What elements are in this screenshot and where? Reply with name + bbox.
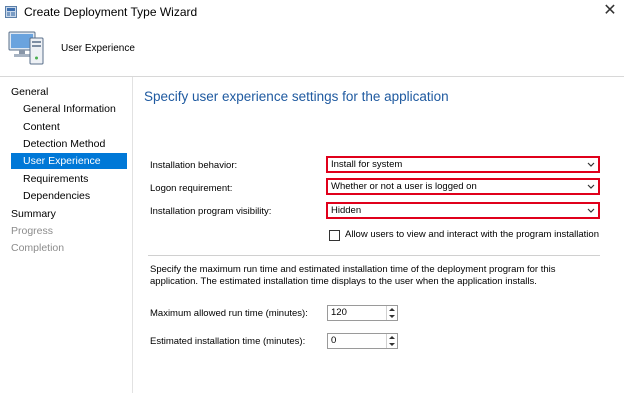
close-icon: ✕ — [603, 2, 617, 19]
logon-requirement-select[interactable]: Whether or not a user is logged on — [326, 178, 600, 195]
nav-item-user-experience[interactable]: User Experience — [11, 153, 127, 169]
program-visibility-label: Installation program visibility: — [150, 206, 272, 217]
arrow-up-icon[interactable] — [387, 306, 397, 313]
estimated-time-label: Estimated installation time (minutes): — [150, 336, 306, 347]
program-visibility-value: Hidden — [331, 205, 362, 216]
program-visibility-select[interactable]: Hidden — [326, 202, 600, 219]
nav-item-content[interactable]: Content — [23, 119, 60, 135]
max-run-time-value[interactable]: 120 — [331, 306, 347, 320]
installation-behavior-value: Install for system — [331, 159, 403, 170]
nav-item-detection-method[interactable]: Detection Method — [23, 136, 105, 152]
wizard-app-icon — [5, 6, 17, 18]
logon-requirement-value: Whether or not a user is logged on — [331, 181, 477, 192]
runtime-description: Specify the maximum run time and estimat… — [150, 264, 556, 287]
nav-item-requirements[interactable]: Requirements — [23, 171, 88, 187]
window-title: Create Deployment Type Wizard — [24, 5, 198, 19]
nav-item-progress: Progress — [11, 225, 54, 237]
installation-behavior-select[interactable]: Install for system — [326, 156, 600, 173]
max-run-time-stepper[interactable]: 120 — [327, 305, 398, 321]
max-run-time-label: Maximum allowed run time (minutes): — [150, 308, 308, 319]
wizard-nav: General General Information Content Dete… — [0, 77, 133, 393]
chevron-down-icon — [587, 162, 595, 167]
wizard-window: Create Deployment Type Wizard ✕ User Exp… — [0, 0, 624, 393]
header-page-name: User Experience — [61, 43, 135, 54]
nav-item-general-information[interactable]: General Information — [23, 101, 116, 117]
estimated-time-spin-buttons — [386, 334, 397, 348]
chevron-down-icon — [587, 184, 595, 189]
allow-interact-checkbox[interactable] — [329, 230, 340, 241]
section-divider — [148, 255, 600, 256]
nav-item-summary[interactable]: Summary — [11, 206, 56, 222]
arrow-down-icon[interactable] — [387, 313, 397, 320]
computer-icon — [8, 31, 44, 65]
arrow-down-icon[interactable] — [387, 341, 397, 348]
chevron-down-icon — [587, 208, 595, 213]
installation-behavior-label: Installation behavior: — [150, 160, 238, 171]
allow-interact-label[interactable]: Allow users to view and interact with th… — [345, 229, 599, 240]
title-bar: Create Deployment Type Wizard ✕ — [0, 0, 624, 24]
close-button[interactable]: ✕ — [596, 0, 624, 24]
logon-requirement-label: Logon requirement: — [150, 183, 233, 194]
estimated-time-stepper[interactable]: 0 — [327, 333, 398, 349]
page-heading: Specify user experience settings for the… — [144, 89, 449, 104]
main-panel: Specify user experience settings for the… — [134, 77, 624, 393]
estimated-time-value[interactable]: 0 — [331, 334, 336, 348]
arrow-up-icon[interactable] — [387, 334, 397, 341]
wizard-header: User Experience — [0, 24, 624, 76]
nav-item-completion: Completion — [11, 242, 65, 254]
max-run-time-spin-buttons — [386, 306, 397, 320]
nav-item-dependencies[interactable]: Dependencies — [23, 188, 90, 204]
nav-item-general[interactable]: General — [11, 84, 48, 100]
